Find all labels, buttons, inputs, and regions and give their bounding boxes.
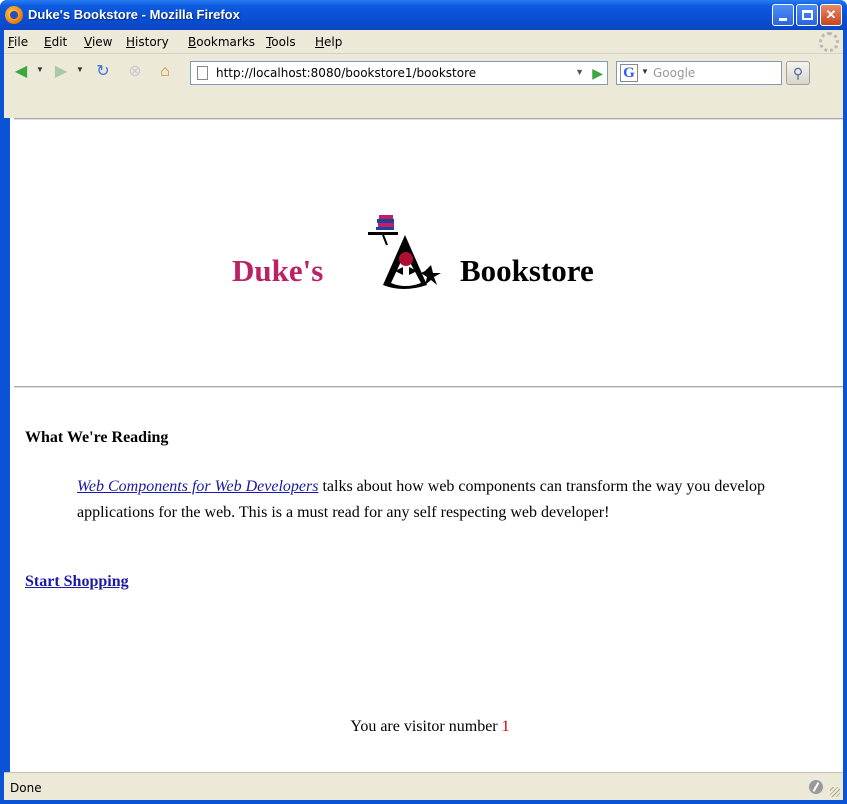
activity-throbber-icon bbox=[819, 32, 839, 52]
maximize-button[interactable] bbox=[796, 4, 818, 26]
url-bar[interactable]: http://localhost:8080/bookstore1/booksto… bbox=[190, 61, 608, 85]
featured-book-blurb: Web Components for Web Developers talks … bbox=[77, 474, 817, 526]
search-engine-dropdown-icon[interactable]: ▼ bbox=[641, 67, 649, 76]
minimize-icon bbox=[779, 18, 787, 21]
start-shopping-link[interactable]: Start Shopping bbox=[25, 573, 129, 591]
status-bar: Done bbox=[4, 772, 843, 800]
search-button[interactable]: ⚲ bbox=[786, 61, 810, 85]
page-content: Duke's Bookstore What We're Reading Web … bbox=[10, 118, 843, 772]
back-button[interactable]: ◀ bbox=[10, 61, 32, 83]
menu-tools[interactable]: Tools bbox=[266, 35, 296, 49]
menu-view[interactable]: View bbox=[84, 35, 112, 49]
reload-icon: ↻ bbox=[96, 63, 110, 80]
visitor-number: 1 bbox=[501, 718, 510, 735]
minimize-button[interactable] bbox=[772, 4, 794, 26]
forward-arrow-icon: ▶ bbox=[54, 63, 68, 80]
window-title: Duke's Bookstore - Mozilla Firefox bbox=[28, 7, 240, 22]
google-engine-icon[interactable]: G bbox=[620, 64, 638, 82]
menu-file[interactable]: File bbox=[8, 35, 28, 49]
featured-book-link[interactable]: Web Components for Web Developers bbox=[77, 478, 318, 495]
banner-divider bbox=[14, 386, 843, 388]
menu-edit[interactable]: Edit bbox=[44, 35, 67, 49]
back-history-dropdown-icon[interactable]: ▼ bbox=[36, 65, 44, 74]
firefox-icon bbox=[5, 6, 23, 24]
resize-grip-icon[interactable] bbox=[830, 787, 840, 797]
magnifier-icon: ⚲ bbox=[792, 65, 804, 81]
home-button[interactable]: ⌂ bbox=[154, 61, 176, 83]
menu-help[interactable]: Help bbox=[315, 35, 342, 49]
menu-bar: File Edit View History Bookmarks Tools H… bbox=[4, 30, 843, 54]
close-button[interactable]: ✕ bbox=[820, 4, 842, 26]
stop-icon: ⊗ bbox=[128, 63, 142, 80]
back-arrow-icon: ◀ bbox=[14, 63, 28, 80]
close-icon: ✕ bbox=[825, 7, 837, 22]
top-divider bbox=[14, 118, 843, 120]
home-icon: ⌂ bbox=[160, 63, 170, 80]
reload-button[interactable]: ↻ bbox=[92, 61, 114, 83]
url-input[interactable]: http://localhost:8080/bookstore1/booksto… bbox=[216, 66, 476, 80]
status-text: Done bbox=[10, 781, 42, 795]
search-bar[interactable]: G ▼ Google bbox=[616, 61, 782, 85]
duke-mascot-icon bbox=[368, 215, 441, 289]
menu-bookmarks[interactable]: Bookmarks bbox=[188, 35, 255, 49]
maximize-icon bbox=[802, 10, 813, 20]
visitor-label: You are visitor number bbox=[350, 718, 502, 735]
navigation-toolbar: ◀ ▼ ▶ ▼ ↻ ⊗ ⌂ http://localhost:8080/book… bbox=[4, 55, 843, 91]
section-heading: What We're Reading bbox=[25, 429, 169, 446]
search-input[interactable]: Google bbox=[653, 66, 695, 80]
page-icon bbox=[197, 66, 208, 80]
browser-window: Duke's Bookstore - Mozilla Firefox ✕ Fil… bbox=[0, 0, 847, 804]
forward-history-dropdown-icon[interactable]: ▼ bbox=[76, 65, 84, 74]
stop-button[interactable]: ⊗ bbox=[124, 61, 146, 83]
menu-history[interactable]: History bbox=[126, 35, 169, 49]
brand-dukes: Duke's bbox=[232, 253, 324, 288]
forward-button[interactable]: ▶ bbox=[50, 61, 72, 83]
store-banner: Duke's Bookstore bbox=[10, 213, 843, 303]
brand-bookstore: Bookstore bbox=[460, 253, 594, 288]
title-bar[interactable]: Duke's Bookstore - Mozilla Firefox ✕ bbox=[0, 0, 847, 30]
url-history-dropdown-icon[interactable]: ▼ bbox=[575, 67, 584, 77]
browser-chrome: File Edit View History Bookmarks Tools H… bbox=[4, 30, 843, 118]
visitor-counter: You are visitor number 1 bbox=[10, 718, 847, 736]
go-arrow-icon[interactable]: ▶ bbox=[592, 65, 603, 82]
security-status-icon bbox=[809, 780, 823, 794]
